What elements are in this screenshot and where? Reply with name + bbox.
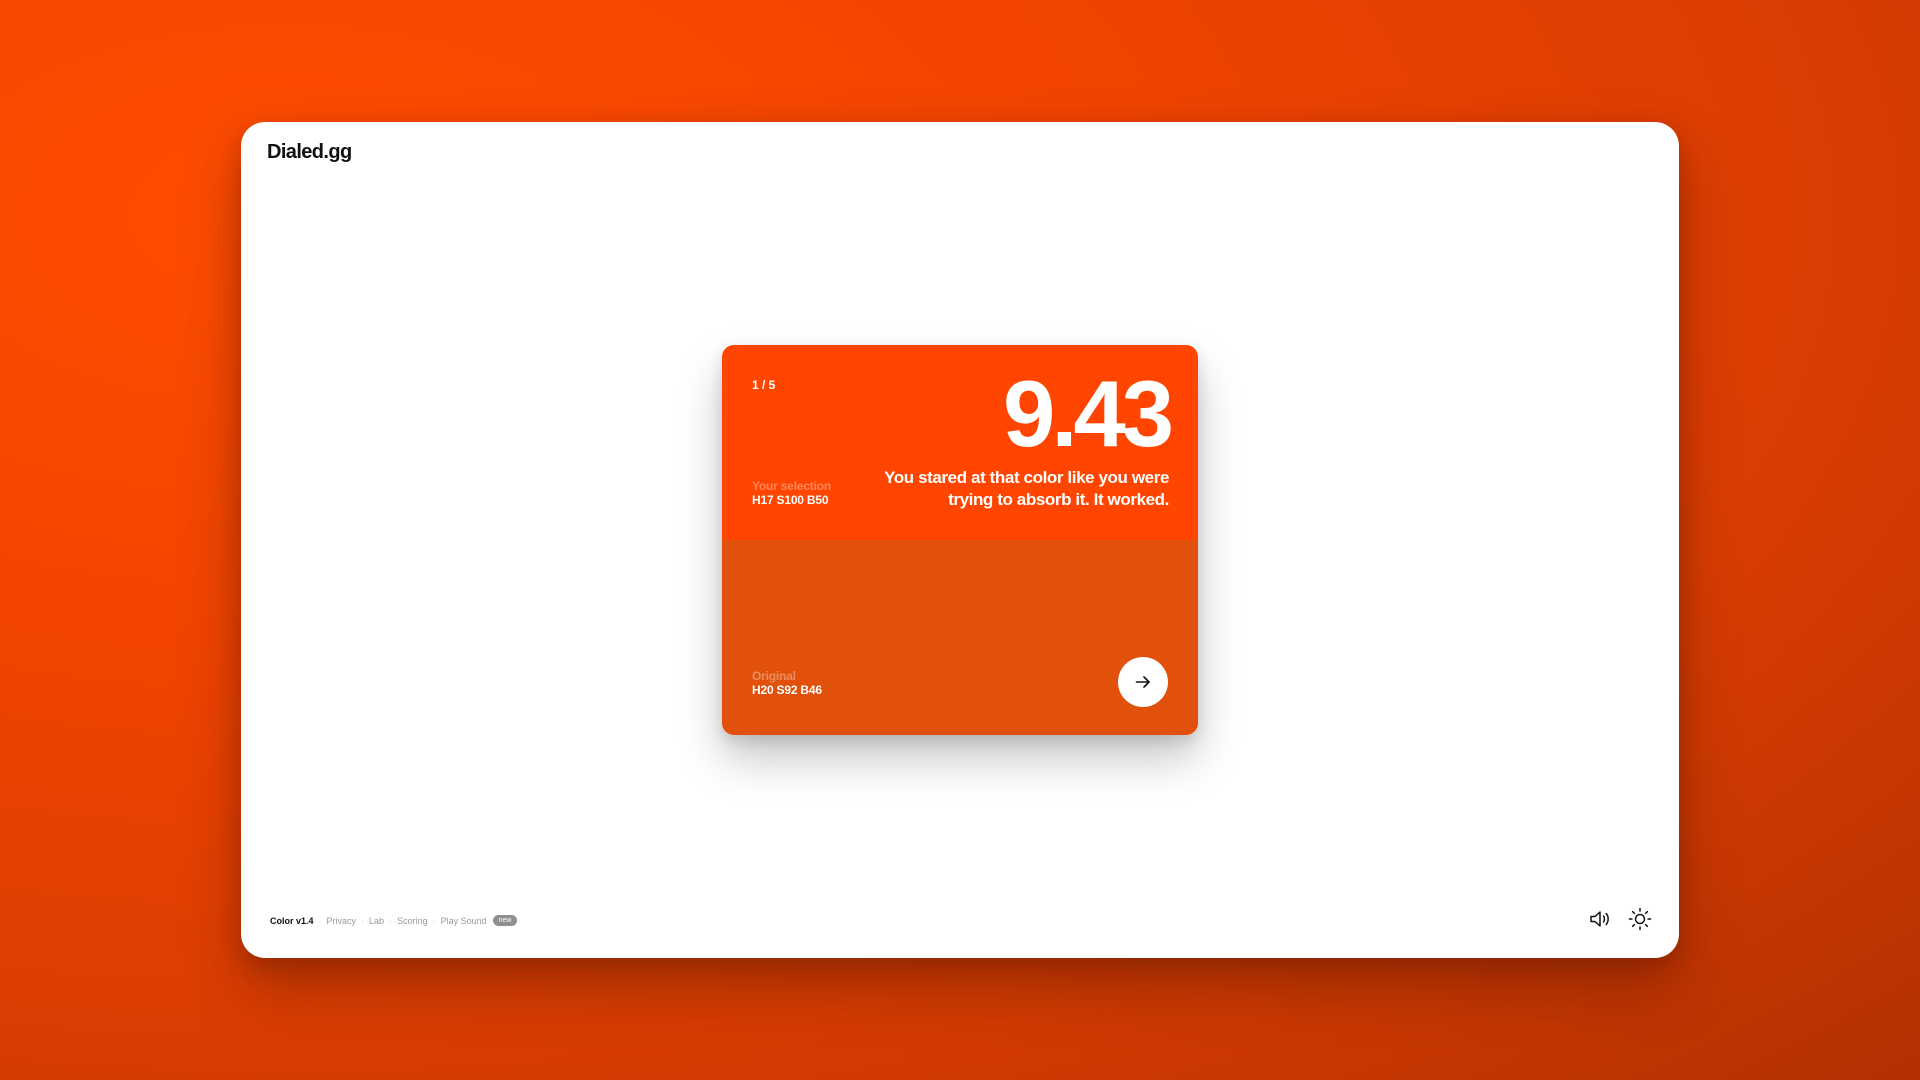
round-indicator: 1 / 5	[752, 378, 776, 392]
separator: ·	[432, 915, 436, 926]
selection-label: Your selection	[752, 479, 831, 493]
selection-value: H17 S100 B50	[752, 493, 829, 507]
original-value: H20 S92 B46	[752, 683, 822, 697]
score-value: 9.43	[1003, 361, 1174, 466]
footer-link-lab[interactable]: Lab	[369, 916, 384, 926]
new-badge: new	[492, 915, 518, 926]
separator: ·	[318, 915, 322, 926]
next-button[interactable]	[1118, 657, 1168, 707]
original-label: Original	[752, 669, 796, 683]
sun-icon	[1628, 907, 1652, 931]
logo[interactable]: Dialed.gg	[267, 141, 352, 164]
sound-toggle-button[interactable]	[1586, 905, 1614, 933]
selection-swatch: 1 / 5 9.43 You stared at that color like…	[722, 345, 1198, 540]
footer-link-privacy[interactable]: Privacy	[327, 916, 357, 926]
footer-link-scoring[interactable]: Scoring	[397, 916, 428, 926]
footer-links: Color v1.4 · Privacy · Lab · Scoring · P…	[270, 915, 518, 926]
theme-toggle-button[interactable]	[1626, 905, 1654, 933]
arrow-right-icon	[1135, 676, 1150, 688]
result-card: 1 / 5 9.43 You stared at that color like…	[722, 345, 1198, 735]
original-swatch: Original H20 S92 B46	[722, 540, 1198, 735]
app-version: Color v1.4	[270, 915, 314, 926]
speaker-icon	[1590, 911, 1609, 927]
app-window: Dialed.gg 1 / 5 9.43 You stared at that …	[241, 122, 1679, 958]
score-message: You stared at that color like you were t…	[884, 468, 1169, 509]
footer-link-play-sound[interactable]: Play Sound	[441, 916, 487, 926]
separator: ·	[389, 915, 393, 926]
separator: ·	[361, 915, 365, 926]
